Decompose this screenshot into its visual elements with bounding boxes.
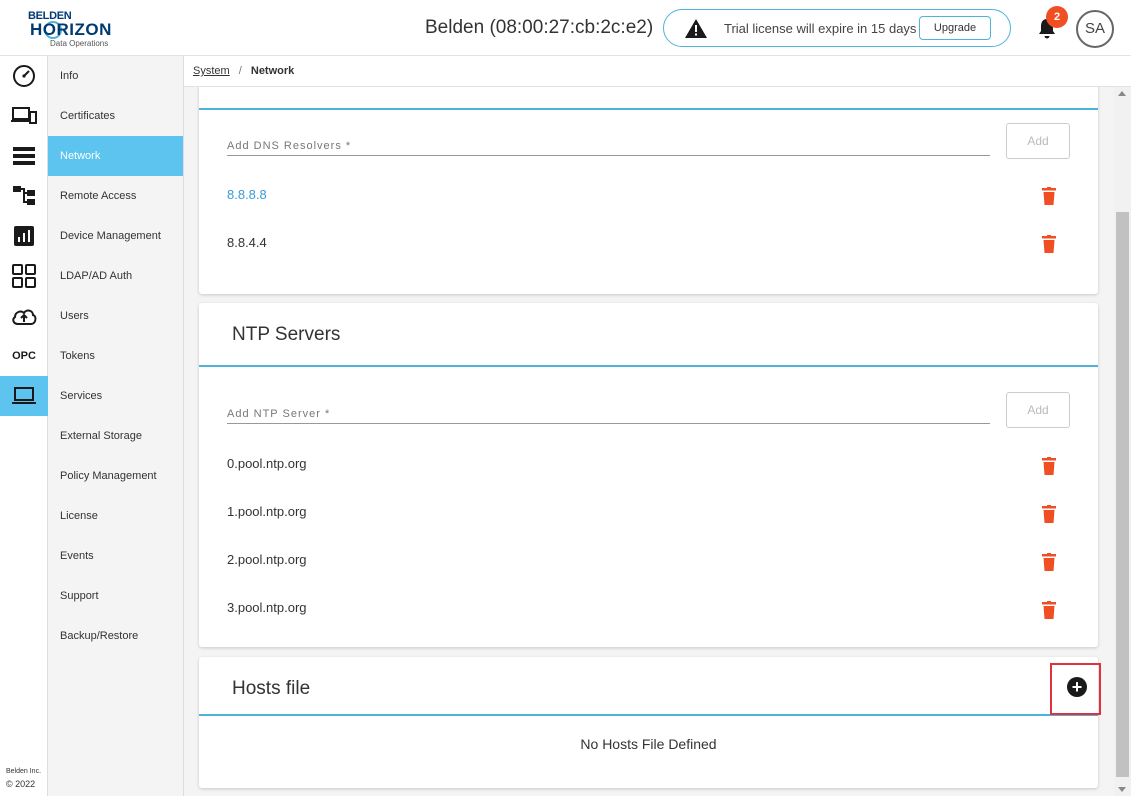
rail-opc[interactable]: OPC [0, 336, 48, 376]
cloud-upload-icon [12, 309, 37, 325]
delete-dns-trash-icon[interactable] [1042, 187, 1056, 205]
license-message: Trial license will expire in 15 days [724, 21, 917, 36]
subnav-item-support[interactable]: Support [48, 576, 183, 616]
subnav-item-certificates[interactable]: Certificates [48, 96, 183, 136]
rail-system[interactable] [0, 376, 48, 416]
notification-badge[interactable]: 2 [1046, 6, 1068, 28]
breadcrumb-current: Network [250, 65, 295, 77]
apps-grid-icon [12, 264, 36, 288]
rail-devices[interactable] [0, 96, 48, 136]
scroll-down-arrow-icon[interactable] [1118, 787, 1126, 792]
ntp-server-input[interactable] [227, 405, 990, 423]
copyright-year: © 2022 [6, 779, 36, 789]
subnav-item-network[interactable]: Network [48, 136, 183, 176]
dns-card-header [199, 87, 1098, 110]
hosts-card-title: Hosts file [232, 678, 311, 699]
subnav-item-events[interactable]: Events [48, 536, 183, 576]
subnav-item-license[interactable]: License [48, 496, 183, 536]
subnav-item-info[interactable]: Info [48, 56, 183, 96]
subnav-item-services[interactable]: Services [48, 376, 183, 416]
delete-dns-trash-icon[interactable] [1042, 235, 1056, 253]
hosts-card-header: Hosts file + [199, 657, 1101, 716]
logo-tagline: Data Operations [50, 39, 109, 48]
system-subnav: Info Certificates Network Remote Access … [48, 56, 184, 796]
ntp-entry: 1.pool.ntp.org [227, 504, 307, 519]
license-banner: Trial license will expire in 15 days Upg… [663, 9, 1011, 47]
device-title: Belden (08:00:27:cb:2c:e2) [425, 17, 654, 38]
dns-resolver-field[interactable] [227, 136, 990, 156]
ntp-entry: 2.pool.ntp.org [227, 552, 307, 567]
ntp-entry: 0.pool.ntp.org [227, 456, 307, 471]
upgrade-button[interactable]: Upgrade [919, 16, 991, 40]
devices-icon [11, 107, 37, 124]
list-icon [13, 147, 35, 165]
rail-dashboard[interactable] [0, 56, 48, 96]
ntp-card: NTP Servers Add 0.pool.ntp.org 1.pool.nt… [199, 303, 1098, 647]
subnav-item-device-management[interactable]: Device Management [48, 216, 183, 256]
ntp-server-field[interactable] [227, 404, 990, 424]
dashboard-icon [13, 65, 35, 87]
breadcrumb-separator: / [238, 65, 242, 77]
add-dns-button[interactable]: Add [1006, 123, 1070, 159]
top-header: BELDEN HORIZON Data Operations Belden (0… [0, 0, 1131, 56]
rail-list[interactable] [0, 136, 48, 176]
main-content[interactable]: Add 8.8.8.8 8.8.4.4 NTP Servers Add 0.po… [184, 87, 1114, 796]
analytics-icon [14, 226, 34, 246]
rail-apps[interactable] [0, 256, 48, 296]
copyright: Belden Inc. © 2022 [6, 766, 41, 790]
subnav-item-remote-access[interactable]: Remote Access [48, 176, 183, 216]
hierarchy-icon [13, 186, 35, 205]
rail-cloud[interactable] [0, 296, 48, 336]
add-host-plus-icon[interactable]: + [1067, 677, 1087, 697]
rail-hierarchy[interactable] [0, 176, 48, 216]
dns-resolver-input[interactable] [227, 137, 990, 155]
subnav-item-users[interactable]: Users [48, 296, 183, 336]
logo-product: HORIZON [30, 20, 112, 39]
delete-ntp-trash-icon[interactable] [1042, 505, 1056, 523]
dns-card: Add 8.8.8.8 8.8.4.4 [199, 87, 1098, 294]
delete-ntp-trash-icon[interactable] [1042, 457, 1056, 475]
scroll-up-arrow-icon[interactable] [1118, 91, 1126, 96]
subnav-item-backup-restore[interactable]: Backup/Restore [48, 616, 183, 656]
warning-icon [685, 19, 707, 38]
scroll-thumb[interactable] [1116, 212, 1129, 777]
delete-ntp-trash-icon[interactable] [1042, 553, 1056, 571]
dns-entry: 8.8.4.4 [227, 235, 267, 250]
ntp-entry: 3.pool.ntp.org [227, 600, 307, 615]
rail-analytics[interactable] [0, 216, 48, 256]
copyright-company: Belden Inc. [6, 768, 42, 775]
add-ntp-button[interactable]: Add [1006, 392, 1070, 428]
delete-ntp-trash-icon[interactable] [1042, 601, 1056, 619]
subnav-item-policy-management[interactable]: Policy Management [48, 456, 183, 496]
vertical-scrollbar[interactable] [1114, 87, 1131, 796]
breadcrumb: System / Network [184, 56, 1131, 87]
subnav-item-ldap-auth[interactable]: LDAP/AD Auth [48, 256, 183, 296]
hosts-empty-message: No Hosts File Defined [580, 736, 717, 752]
hosts-card: Hosts file + No Hosts File Defined [199, 657, 1101, 788]
laptop-icon [12, 387, 36, 404]
belden-horizon-logo[interactable]: BELDEN HORIZON Data Operations [28, 10, 118, 48]
avatar[interactable]: SA [1076, 10, 1114, 48]
icon-rail: OPC Belden Inc. © 2022 [0, 56, 48, 796]
ntp-card-header: NTP Servers [199, 303, 1098, 367]
subnav-item-tokens[interactable]: Tokens [48, 336, 183, 376]
breadcrumb-system-link[interactable]: System [193, 65, 230, 77]
dns-entry[interactable]: 8.8.8.8 [227, 187, 267, 202]
subnav-item-external-storage[interactable]: External Storage [48, 416, 183, 456]
ntp-card-title: NTP Servers [232, 324, 341, 345]
